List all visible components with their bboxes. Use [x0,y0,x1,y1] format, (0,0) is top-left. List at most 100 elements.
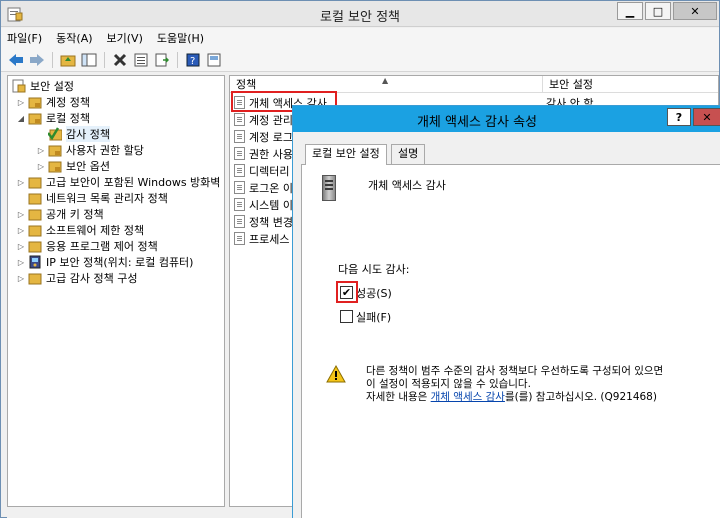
tree-item-label: 보안 옵션 [66,160,110,173]
menu-file[interactable]: 파일(F) [7,30,42,46]
policy-name: 계정 관리 [249,113,293,127]
tree-item-account-policy[interactable]: ▷ 계정 정책 [16,94,90,110]
tree-item-label: 고급 보안이 포함된 Windows 방화벽 [46,176,221,189]
tree-item-local-policy[interactable]: ◢ 로컬 정책 [16,110,90,126]
policy-name: 정책 변경 [249,215,293,229]
show-hide-tree-button[interactable] [80,51,98,69]
tab-local-security-setting[interactable]: 로컬 보안 설정 [305,144,387,165]
tree-item-user-rights[interactable]: ▷ 사용자 권한 할당 [36,142,144,158]
console-tree: 보안 설정 ▷ 계정 정책 ◢ 로컬 정책 감사 정책 ▷ 사용자 권한 할당 … [7,75,225,507]
failure-label[interactable]: 실패(F) [356,309,391,325]
mmc-view-button[interactable] [205,51,223,69]
forward-arrow-icon [30,53,44,66]
policy-doc-icon [234,147,245,160]
console-tree-icon [81,53,97,66]
lock-folder-icon [28,97,42,109]
policy-row[interactable]: 정책 변경 [234,213,293,230]
policy-name: 디렉터리 [249,164,290,178]
more-info-link[interactable]: 개체 액세스 감사 [431,391,505,403]
tree-item-label: 공개 키 정책 [46,208,104,221]
expand-icon[interactable]: ▷ [16,274,26,283]
tree-item-security-options[interactable]: ▷ 보안 옵션 [36,158,110,174]
export-list-button[interactable] [153,51,171,69]
expand-icon[interactable]: ▷ [36,146,46,155]
policy-row[interactable]: 디렉터리 [234,162,289,179]
policy-row[interactable]: 로그온 이 [234,179,293,196]
export-list-icon [155,53,169,66]
tree-item-software-restriction[interactable]: ▷ 소프트웨어 제한 정책 [16,222,144,238]
tree-item-app-control[interactable]: ▷ 응용 프로그램 제어 정책 [16,238,158,254]
tab-description[interactable]: 설명 [391,144,426,164]
folder-icon [28,273,42,285]
expand-icon[interactable]: ▷ [16,258,26,267]
policy-name: 권한 사용 [249,147,293,161]
policy-row[interactable]: 프로세스 [234,230,289,247]
policy-row[interactable]: 시스템 이 [234,196,293,213]
menu-view[interactable]: 보기(V) [107,30,143,46]
tree-root-label: 보안 설정 [30,80,74,93]
tree-item-network-list[interactable]: 네트워크 목록 관리자 정책 [16,190,168,206]
column-header-setting[interactable]: 보안 설정 [542,76,718,93]
title-bar: 로컬 보안 정책 ▁ □ ✕ [1,1,719,27]
policy-doc-icon [234,130,245,143]
highlight-box [336,281,358,303]
close-button[interactable]: ✕ [673,2,717,20]
policy-doc-icon [234,113,245,126]
tree-item-label: 계정 정책 [46,96,90,109]
policy-row[interactable]: 계정 로그 [234,128,293,145]
folder-icon [28,177,42,189]
lock-folder-icon [48,161,62,173]
checkmark-folder-icon [48,127,62,141]
dialog-close-button[interactable]: ✕ [693,108,720,126]
help-button[interactable]: ? [184,51,202,69]
menu-help[interactable]: 도움말(H) [157,30,204,46]
policy-row[interactable]: 계정 관리 [234,111,293,128]
tree-item-label: 네트워크 목록 관리자 정책 [46,192,168,205]
mmc-view-icon [207,53,221,66]
policy-doc-icon [234,181,245,194]
forward-button[interactable] [28,51,46,69]
expand-icon[interactable]: ▷ [16,210,26,219]
failure-checkbox[interactable] [340,310,353,323]
more-info-line: 자세한 내용은 개체 액세스 감사를(를) 참고하십시오. (Q921468) [366,391,716,404]
menu-action[interactable]: 동작(A) [56,30,92,46]
expand-icon[interactable]: ▷ [36,162,46,171]
tree-item-label: 응용 프로그램 제어 정책 [46,240,158,253]
collapse-icon[interactable]: ◢ [16,114,26,123]
policy-name: 계정 로그 [249,130,293,144]
back-arrow-icon [9,53,23,66]
expand-icon[interactable]: ▷ [16,98,26,107]
lock-folder-icon [28,113,42,125]
minimize-button[interactable]: ▁ [617,2,643,20]
tree-item-audit-policy[interactable]: 감사 정책 [36,126,110,142]
policy-doc-icon [234,232,245,245]
warning-icon [326,365,346,383]
expand-icon[interactable]: ▷ [16,242,26,251]
dialog-help-button[interactable]: ? [667,108,691,126]
folder-icon [28,193,42,205]
more-info-suffix: 를(를) 참고하십시오. (Q921468) [504,391,657,403]
tree-item-firewall[interactable]: ▷ 고급 보안이 포함된 Windows 방화벽 [16,174,221,190]
tree-item-public-key[interactable]: ▷ 공개 키 정책 [16,206,104,222]
dialog-title: 개체 액세스 감사 속성 [416,115,538,130]
security-settings-icon [12,79,26,93]
up-folder-button[interactable] [59,51,77,69]
success-label[interactable]: 성공(S) [356,285,392,301]
tree-root[interactable]: 보안 설정 [12,78,74,94]
policy-name: 시스템 이 [249,198,293,212]
delete-button[interactable] [111,51,129,69]
tree-item-advanced-audit[interactable]: ▷ 고급 감사 정책 구성 [16,270,138,286]
tree-item-label: 감사 정책 [66,126,110,142]
window-title: 로컬 보안 정책 [319,10,401,25]
properties-button[interactable] [132,51,150,69]
expand-icon[interactable]: ▷ [16,178,26,187]
maximize-button[interactable]: □ [645,2,671,20]
tree-item-label: 소프트웨어 제한 정책 [46,224,145,237]
delete-x-icon [113,53,127,66]
policy-row[interactable]: 권한 사용 [234,145,293,162]
tab-panel: 개체 액세스 감사 다음 시도 감사: ✔ 성공(S) 실패(F) 다른 정책이… [301,164,720,518]
expand-icon[interactable]: ▷ [16,226,26,235]
properties-icon [134,53,148,66]
back-button[interactable] [7,51,25,69]
tree-item-ip-security[interactable]: ▷ IP 보안 정책(위치: 로컬 컴퓨터) [16,254,193,270]
